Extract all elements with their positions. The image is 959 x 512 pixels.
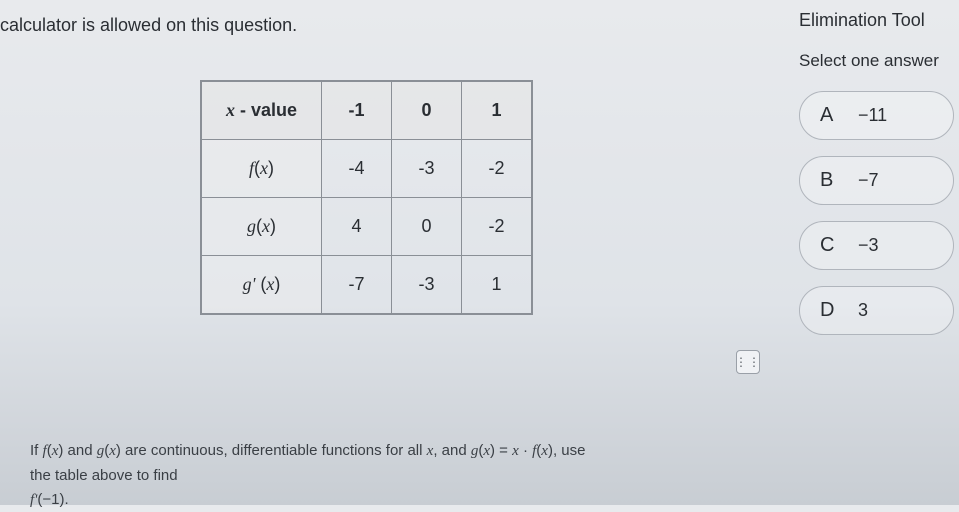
- answer-panel: Elimination Tool Select one answer A −11…: [794, 0, 959, 505]
- table-row: g' (x) -7 -3 1: [202, 256, 532, 314]
- answer-letter: C: [820, 234, 840, 257]
- answer-letter: B: [820, 169, 840, 192]
- answer-value: 3: [858, 300, 868, 321]
- table-row: x - value -1 0 1: [202, 82, 532, 140]
- row-header-gprimex: g' (x): [202, 256, 322, 314]
- table-cell: -7: [322, 256, 392, 314]
- table-cell: -3: [392, 140, 462, 198]
- question-statement: If f(x) and g(x) are continuous, differe…: [30, 440, 750, 512]
- elimination-tool-title: Elimination Tool: [794, 10, 959, 31]
- table-cell: 0: [392, 82, 462, 140]
- table-cell: -2: [462, 140, 532, 198]
- select-one-answer-label: Select one answer: [794, 51, 959, 71]
- answer-letter: D: [820, 299, 840, 322]
- answer-option-a[interactable]: A −11: [799, 91, 954, 140]
- drag-handle-icon[interactable]: ⋮⋮: [736, 350, 760, 374]
- question-line-3: f'(−1).: [30, 489, 750, 512]
- answer-option-b[interactable]: B −7: [799, 156, 954, 205]
- answer-value: −11: [858, 105, 887, 126]
- table-cell: 0: [392, 198, 462, 256]
- row-header-fx: f(x): [202, 140, 322, 198]
- answer-option-c[interactable]: C −3: [799, 221, 954, 270]
- table-row: f(x) -4 -3 -2: [202, 140, 532, 198]
- question-line-1: If f(x) and g(x) are continuous, differe…: [30, 440, 750, 463]
- question-line-2: the table above to find: [30, 465, 750, 488]
- answer-letter: A: [820, 104, 840, 127]
- row-header-gx: g(x): [202, 198, 322, 256]
- table-cell: -4: [322, 140, 392, 198]
- table-cell: -3: [392, 256, 462, 314]
- row-header-xvalue: x - value: [202, 82, 322, 140]
- table-cell: 4: [322, 198, 392, 256]
- data-table: x - value -1 0 1 f(x) -4 -3 -2 g(x) 4 0 …: [200, 80, 533, 315]
- answer-option-d[interactable]: D 3: [799, 286, 954, 335]
- question-area: calculator is allowed on this question. …: [0, 0, 790, 505]
- answer-value: −3: [858, 235, 879, 256]
- calculator-allowed-note: calculator is allowed on this question.: [0, 15, 297, 36]
- table-cell: -1: [322, 82, 392, 140]
- table-row: g(x) 4 0 -2: [202, 198, 532, 256]
- table-cell: 1: [462, 256, 532, 314]
- table-cell: 1: [462, 82, 532, 140]
- table-cell: -2: [462, 198, 532, 256]
- answer-value: −7: [858, 170, 879, 191]
